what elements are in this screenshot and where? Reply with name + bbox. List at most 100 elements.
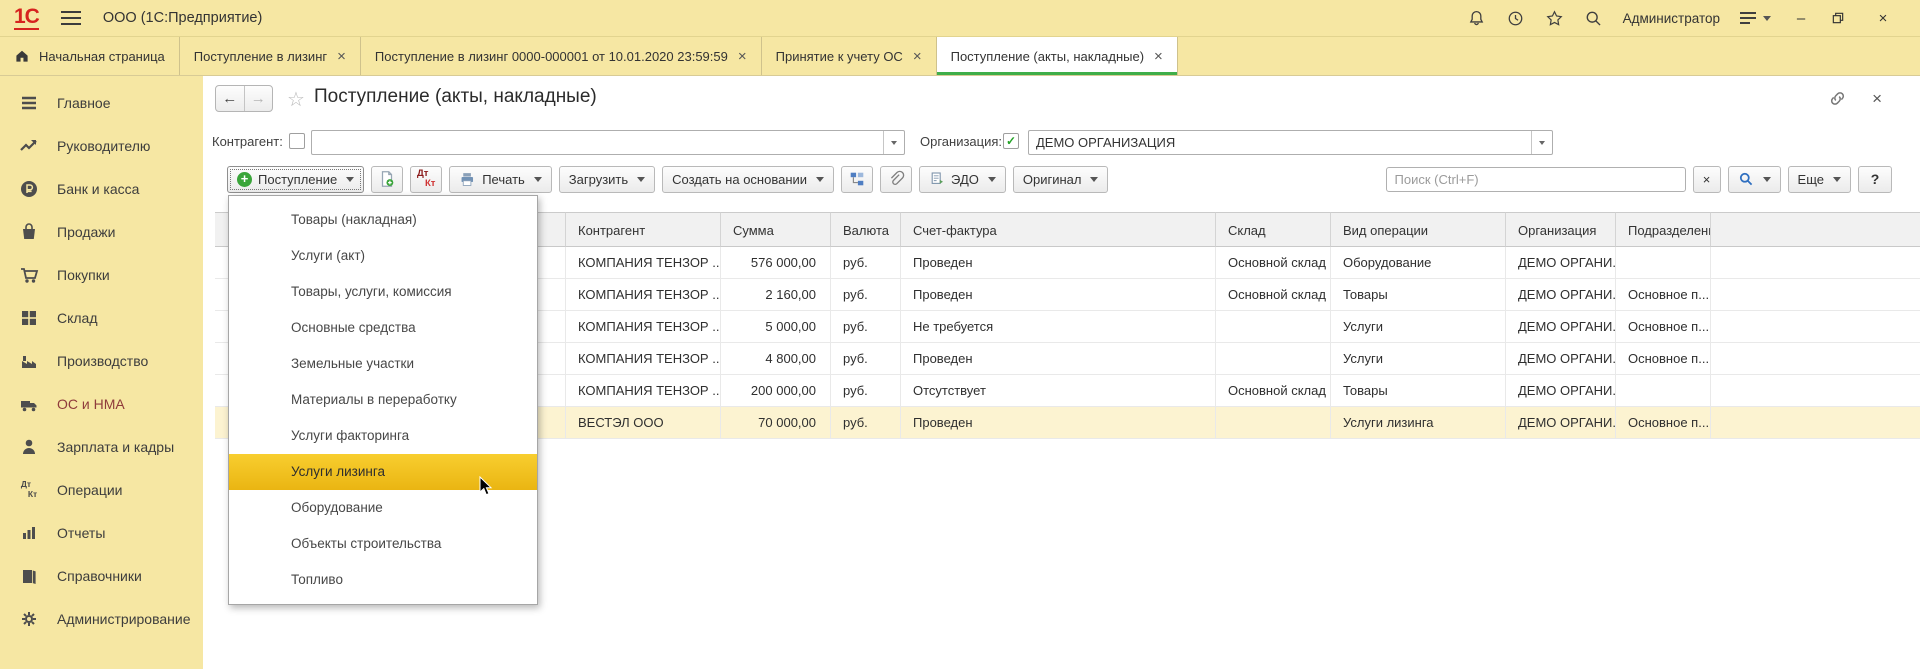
- col-counterparty[interactable]: Контрагент: [565, 212, 720, 247]
- organization-combo[interactable]: ДЕМО ОРГАНИЗАЦИЯ: [1028, 130, 1553, 155]
- sidebar-item-rukovoditelyu[interactable]: Руководителю: [0, 124, 203, 167]
- 1c-logo: 1С: [14, 6, 39, 30]
- organization-checkbox[interactable]: ✓: [1003, 133, 1019, 149]
- close-icon[interactable]: ×: [337, 49, 346, 64]
- close-window-button[interactable]: ×: [1872, 10, 1894, 27]
- organization-label: Организация:: [920, 134, 1002, 149]
- close-icon[interactable]: ×: [738, 49, 747, 64]
- user-menu-icon[interactable]: [1739, 11, 1771, 25]
- main-section-icon: [18, 92, 40, 114]
- tab-label: Поступление в лизинг 0000-000001 от 10.0…: [375, 49, 728, 64]
- truck-icon: [18, 393, 40, 415]
- tab-label: Принятие к учету ОС: [776, 49, 903, 64]
- sections-panel: Главное Руководителю Банк и касса Продаж…: [0, 76, 203, 669]
- chevron-down-icon[interactable]: [883, 131, 904, 154]
- copy-document-button[interactable]: [371, 166, 403, 193]
- chevron-down-icon: [1763, 177, 1771, 182]
- edo-document-icon: [929, 171, 945, 187]
- sidebar-item-otchety[interactable]: Отчеты: [0, 511, 203, 554]
- sidebar-item-sklad[interactable]: Склад: [0, 296, 203, 339]
- search-button[interactable]: [1728, 166, 1781, 193]
- menu-item-materialy-v-pererabotku[interactable]: Материалы в переработку: [229, 382, 537, 418]
- notifications-bell-icon[interactable]: [1467, 8, 1487, 28]
- menu-item-tovary-nakladnaya[interactable]: Товары (накладная): [229, 202, 537, 238]
- col-warehouse[interactable]: Склад: [1215, 212, 1330, 247]
- create-receipt-button[interactable]: + Поступление: [227, 166, 364, 193]
- chevron-down-icon[interactable]: [1531, 131, 1552, 154]
- related-documents-button[interactable]: [841, 166, 873, 193]
- edo-button[interactable]: ЭДО: [919, 166, 1006, 193]
- command-bar: + Поступление ДтКт Печать Загрузить Созд…: [227, 164, 1892, 194]
- menu-item-obekty-stroitelstva[interactable]: Объекты строительства: [229, 526, 537, 562]
- counterparty-combo[interactable]: [311, 130, 905, 155]
- restore-button[interactable]: [1831, 11, 1853, 25]
- tab-label: Начальная страница: [39, 49, 165, 64]
- chevron-down-icon: [534, 177, 542, 182]
- close-icon[interactable]: ×: [1154, 49, 1163, 64]
- menu-item-uslugi-faktoringa[interactable]: Услуги факторинга: [229, 418, 537, 454]
- col-operation[interactable]: Вид операции: [1330, 212, 1505, 247]
- sidebar-item-pokupki[interactable]: Покупки: [0, 253, 203, 296]
- history-icon[interactable]: [1506, 8, 1526, 28]
- main-menu-icon[interactable]: [61, 11, 81, 25]
- search-input[interactable]: [1386, 167, 1686, 192]
- minimize-button[interactable]: –: [1790, 10, 1812, 27]
- more-button[interactable]: Еще: [1788, 166, 1851, 193]
- page-title: Поступление (акты, накладные): [314, 86, 597, 108]
- bag-icon: [18, 221, 40, 243]
- get-link-icon[interactable]: [1828, 89, 1848, 109]
- tab-prinyatie-k-uchetu-os[interactable]: Принятие к учету ОС ×: [762, 37, 937, 75]
- col-currency[interactable]: Валюта: [830, 212, 900, 247]
- trend-arrow-icon: [18, 135, 40, 157]
- sidebar-item-prodazhi[interactable]: Продажи: [0, 210, 203, 253]
- tab-postuplenie-v-lizing[interactable]: Поступление в лизинг ×: [180, 37, 361, 75]
- ruble-coin-icon: [18, 178, 40, 200]
- counterparty-label: Контрагент:: [212, 134, 283, 149]
- col-organization[interactable]: Организация: [1505, 212, 1615, 247]
- load-button[interactable]: Загрузить: [559, 166, 655, 193]
- tab-label: Поступление в лизинг: [194, 49, 327, 64]
- close-form-icon[interactable]: ×: [1872, 89, 1882, 109]
- counterparty-checkbox[interactable]: [289, 133, 305, 149]
- menu-item-osnovnye-sredstva[interactable]: Основные средства: [229, 310, 537, 346]
- col-invoice[interactable]: Счет-фактура: [900, 212, 1215, 247]
- close-icon[interactable]: ×: [913, 49, 922, 64]
- create-based-on-button[interactable]: Создать на основании: [662, 166, 834, 193]
- attachments-paperclip-button[interactable]: [880, 166, 912, 193]
- grid-icon: [18, 307, 40, 329]
- receipt-type-menu: Товары (накладная) Услуги (акт) Товары, …: [228, 195, 538, 605]
- sidebar-item-administrirovanie[interactable]: Администрирование: [0, 597, 203, 640]
- tab-label: Поступление (акты, накладные): [951, 49, 1144, 64]
- sidebar-item-operacii[interactable]: ДтКт Операции: [0, 468, 203, 511]
- sidebar-item-glavnoe[interactable]: Главное: [0, 81, 203, 124]
- gear-icon: [18, 608, 40, 630]
- sidebar-item-spravochniki[interactable]: Справочники: [0, 554, 203, 597]
- organization-value: ДЕМО ОРГАНИЗАЦИЯ: [1029, 135, 1531, 150]
- mouse-cursor: [479, 476, 493, 497]
- sidebar-item-zarplata-i-kadry[interactable]: Зарплата и кадры: [0, 425, 203, 468]
- global-search-icon[interactable]: [1584, 8, 1604, 28]
- tab-postuplenie-v-lizing-document[interactable]: Поступление в лизинг 0000-000001 от 10.0…: [361, 37, 762, 75]
- chevron-down-icon: [816, 177, 824, 182]
- menu-item-uslugi-akt[interactable]: Услуги (акт): [229, 238, 537, 274]
- col-department[interactable]: Подразделение: [1615, 212, 1710, 247]
- menu-item-toplivo[interactable]: Топливо: [229, 562, 537, 598]
- tab-home[interactable]: Начальная страница: [0, 37, 180, 75]
- sidebar-item-bank-i-kassa[interactable]: Банк и касса: [0, 167, 203, 210]
- show-postings-button[interactable]: ДтКт: [410, 166, 442, 193]
- original-button[interactable]: Оригинал: [1013, 166, 1109, 193]
- help-button[interactable]: ?: [1858, 166, 1892, 193]
- back-button[interactable]: ←: [216, 86, 245, 111]
- col-amount[interactable]: Сумма: [720, 212, 830, 247]
- current-user[interactable]: Администратор: [1623, 11, 1720, 26]
- tab-postuplenie-akty-nakladnye[interactable]: Поступление (акты, накладные) ×: [937, 37, 1178, 75]
- print-button[interactable]: Печать: [449, 166, 552, 193]
- menu-item-zemelnye-uchastki[interactable]: Земельные участки: [229, 346, 537, 382]
- menu-item-tovary-uslugi-komissiya[interactable]: Товары, услуги, комиссия: [229, 274, 537, 310]
- add-favorite-star-icon[interactable]: ☆: [287, 87, 305, 112]
- sidebar-item-proizvodstvo[interactable]: Производство: [0, 339, 203, 382]
- favorites-star-icon[interactable]: [1545, 8, 1565, 28]
- clear-search-button[interactable]: ×: [1693, 166, 1721, 193]
- forward-button[interactable]: →: [245, 86, 273, 111]
- sidebar-item-os-i-nma[interactable]: ОС и НМА: [0, 382, 203, 425]
